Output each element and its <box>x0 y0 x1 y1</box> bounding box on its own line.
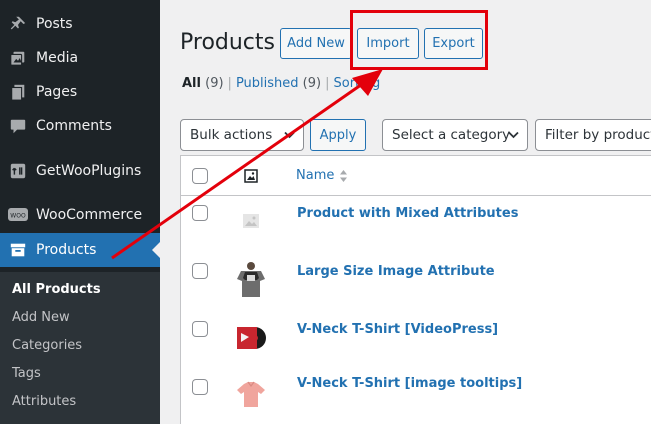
filter-published[interactable]: Published <box>236 76 299 91</box>
submenu-tags[interactable]: Tags <box>12 366 41 381</box>
vinyl-album-icon[interactable] <box>231 317 271 357</box>
menu-item-products[interactable]: Products <box>0 233 160 267</box>
pin-icon <box>8 14 28 34</box>
product-name-link[interactable]: V-Neck T-Shirt [VideoPress] <box>297 322 498 337</box>
image-column-icon <box>244 168 258 187</box>
bulk-actions-value: Bulk actions <box>190 127 273 143</box>
chevron-down-icon <box>284 131 295 139</box>
menu-label-comments: Comments <box>36 118 112 134</box>
plugin-icon <box>8 161 28 181</box>
table-row: Large Size Image Attribute <box>181 255 651 313</box>
product-name-link[interactable]: V-Neck T-Shirt [image tooltips] <box>297 376 522 391</box>
product-type-select[interactable]: Filter by product t <box>535 119 651 151</box>
menu-item-getwooplugins[interactable]: GetWooPlugins <box>0 154 160 188</box>
product-name-link[interactable]: Product with Mixed Attributes <box>297 206 518 221</box>
select-all-checkbox[interactable] <box>192 168 208 184</box>
tshirt-pink-icon[interactable] <box>231 375 271 415</box>
apply-button[interactable]: Apply <box>310 119 366 151</box>
tshirt-dark-icon[interactable] <box>231 259 271 299</box>
category-select-value: Select a category <box>392 127 511 143</box>
comment-icon <box>8 116 28 136</box>
product-name-link[interactable]: Large Size Image Attribute <box>297 264 495 279</box>
admin-sidebar: Posts Media Pages Comments GetWooPlugins… <box>0 0 160 424</box>
menu-item-media[interactable]: Media <box>0 41 160 75</box>
bulk-actions-select[interactable]: Bulk actions <box>180 119 304 151</box>
filter-separator: | <box>325 76 330 91</box>
table-row: V-Neck T-Shirt [VideoPress] <box>181 313 651 371</box>
row-checkbox[interactable] <box>192 321 208 337</box>
submenu-all-products[interactable]: All Products <box>12 282 101 297</box>
filter-all-count: (9) <box>205 76 224 91</box>
menu-label-pages: Pages <box>36 84 78 100</box>
menu-item-pages[interactable]: Pages <box>0 75 160 109</box>
menu-label-woocommerce: WooCommerce <box>36 207 143 223</box>
page-title: Products <box>180 30 275 55</box>
table-header: Name <box>181 156 651 196</box>
woo-badge-text: WOO <box>10 213 26 220</box>
chevron-down-icon <box>508 131 519 139</box>
filter-sorting[interactable]: Sorting <box>333 76 380 91</box>
table-row: Product with Mixed Attributes <box>181 197 651 255</box>
pages-icon <box>8 82 28 102</box>
add-new-button[interactable]: Add New <box>280 28 352 59</box>
placeholder-image-icon[interactable] <box>231 201 271 241</box>
status-filter-links: All (9) | Published (9) | Sorting <box>182 76 380 91</box>
media-icon <box>8 48 28 68</box>
name-column-header[interactable]: Name <box>296 168 334 183</box>
table-row: V-Neck T-Shirt [image tooltips] <box>181 371 651 424</box>
menu-label-posts: Posts <box>36 16 73 32</box>
products-table: Name Product with Mixed Attributes Large… <box>180 155 651 424</box>
active-menu-notch <box>152 242 160 258</box>
submenu-attributes[interactable]: Attributes <box>12 394 76 409</box>
menu-label-products: Products <box>36 242 97 258</box>
menu-label-getwooplugins: GetWooPlugins <box>36 163 142 179</box>
archive-icon <box>8 240 28 260</box>
row-checkbox[interactable] <box>192 379 208 395</box>
menu-item-posts[interactable]: Posts <box>0 7 160 41</box>
filter-all[interactable]: All <box>182 76 201 91</box>
woo-icon: WOO <box>8 205 28 225</box>
menu-item-comments[interactable]: Comments <box>0 109 160 143</box>
filter-published-count: (9) <box>302 76 322 91</box>
submenu-add-new[interactable]: Add New <box>12 310 70 325</box>
row-checkbox[interactable] <box>192 263 208 279</box>
menu-label-media: Media <box>36 50 79 66</box>
category-select[interactable]: Select a category <box>382 119 528 151</box>
sort-icon[interactable] <box>339 168 348 187</box>
annotation-highlight-box <box>350 10 488 70</box>
menu-item-woocommerce[interactable]: WOO WooCommerce <box>0 198 160 232</box>
row-checkbox[interactable] <box>192 205 208 221</box>
submenu-categories[interactable]: Categories <box>12 338 82 353</box>
products-submenu: All Products Add New Categories Tags Att… <box>0 272 160 424</box>
filter-separator: | <box>227 76 232 91</box>
product-type-select-value: Filter by product t <box>545 127 651 143</box>
